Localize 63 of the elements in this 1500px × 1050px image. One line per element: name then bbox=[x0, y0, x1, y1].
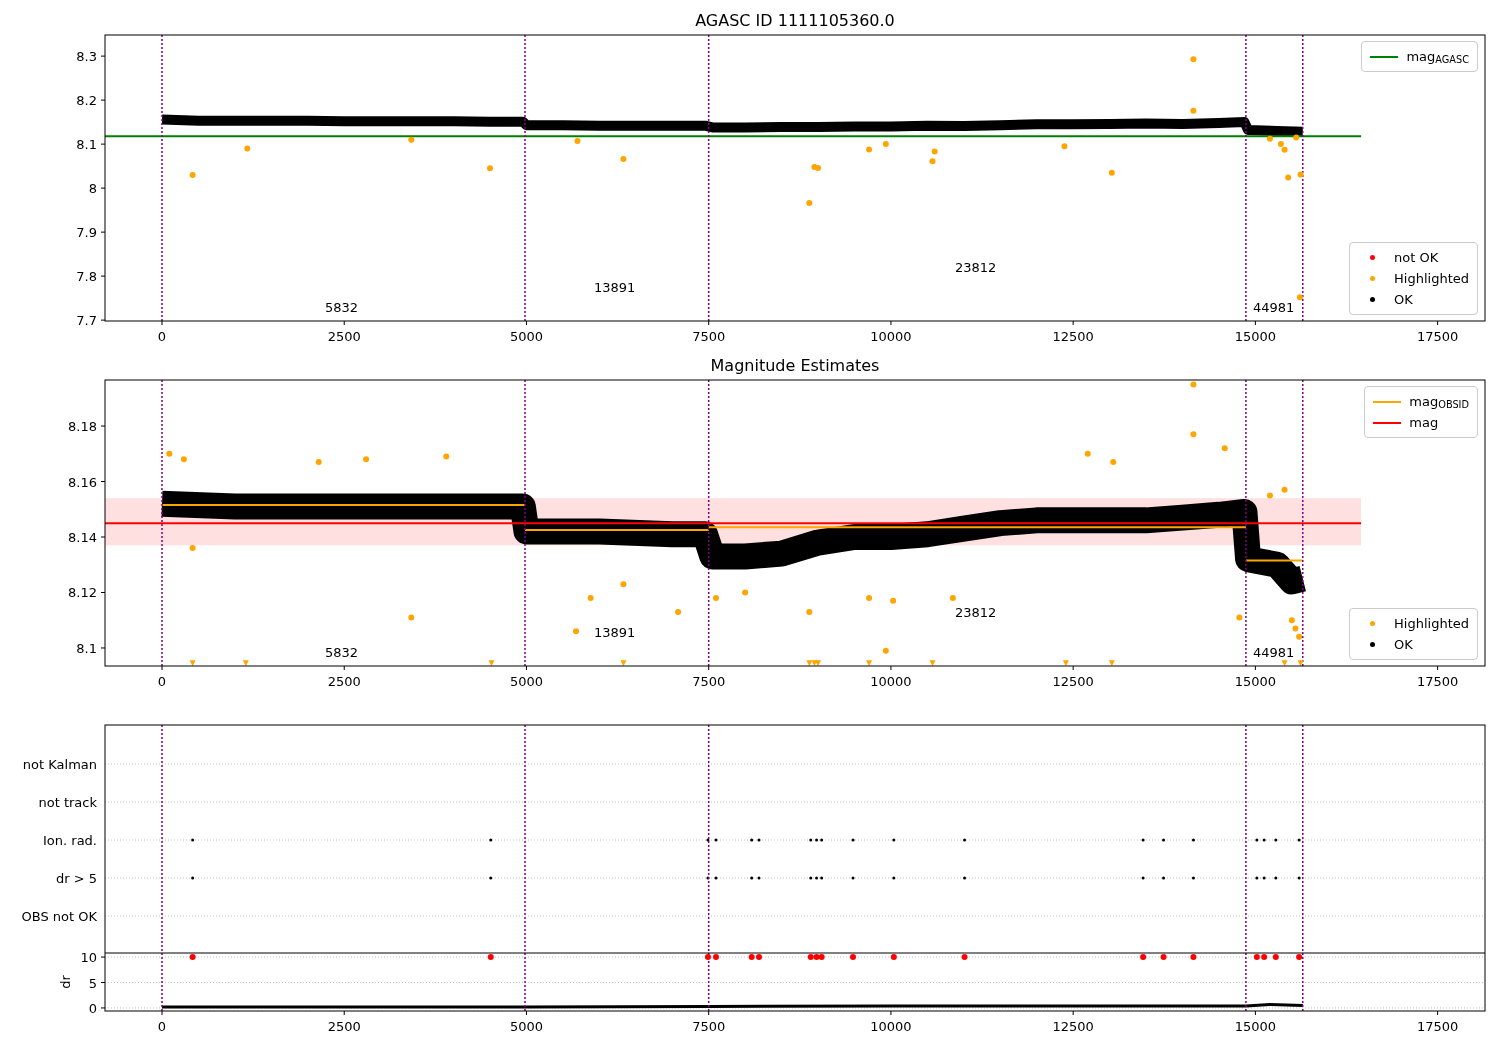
segment-label: 5832 bbox=[325, 300, 359, 315]
tick-label: 7500 bbox=[692, 1019, 726, 1034]
legend-label: OK bbox=[1394, 635, 1413, 654]
tick-label: 7.8 bbox=[76, 269, 97, 285]
tick-label: Ion. rad. bbox=[43, 833, 97, 848]
legend-label: not OK bbox=[1394, 248, 1439, 267]
tick-label: 2500 bbox=[327, 674, 361, 689]
tick-label: 10000 bbox=[870, 1019, 912, 1034]
tick-label: 12500 bbox=[1052, 674, 1094, 689]
tick-label: 10 bbox=[80, 953, 97, 966]
tick-label: 8.16 bbox=[68, 474, 97, 490]
tick-label: 12500 bbox=[1052, 329, 1094, 344]
tick-label: 5000 bbox=[509, 329, 543, 344]
tick-label: 8.1 bbox=[76, 640, 97, 656]
tick-label: 2500 bbox=[327, 1019, 361, 1034]
tick-label: 8.14 bbox=[68, 530, 97, 545]
tick-label: OBS not OK bbox=[21, 909, 97, 924]
tick-label: 0 bbox=[88, 1000, 97, 1016]
segment-label: 44981 bbox=[1253, 645, 1295, 660]
tick-label: 0 bbox=[157, 329, 167, 344]
tick-label: 2500 bbox=[327, 329, 361, 344]
segment-label: 13891 bbox=[594, 280, 636, 295]
tick-label: 15000 bbox=[1234, 1019, 1277, 1034]
tick-label: 5 bbox=[88, 975, 97, 991]
tick-label: 8.2 bbox=[76, 93, 97, 109]
chart-title: AGASC ID 1111105360.0 bbox=[695, 11, 895, 30]
legend-label: mag$_{AGASC}$ bbox=[1406, 47, 1469, 67]
tick-label: 7.7 bbox=[76, 313, 97, 329]
tick-label: 8.18 bbox=[68, 419, 97, 435]
tick-label: 0 bbox=[157, 1019, 167, 1034]
chart-title: Magnitude Estimates bbox=[710, 356, 880, 375]
tick-label: 5000 bbox=[509, 1019, 543, 1034]
tick-label: 0 bbox=[157, 674, 167, 689]
tick-label: 17500 bbox=[1416, 329, 1459, 344]
tick-label: 8.12 bbox=[68, 585, 97, 601]
segment-label: 44981 bbox=[1253, 300, 1295, 315]
legend-label: mag$_{OBSID}$ bbox=[1409, 392, 1469, 412]
axis-label: dr bbox=[58, 975, 73, 989]
tick-label: 8 bbox=[88, 181, 97, 197]
legend-label: mag bbox=[1409, 413, 1439, 432]
tick-label: dr > 5 bbox=[55, 871, 97, 886]
legend-label: OK bbox=[1394, 290, 1413, 309]
legend-label: Highlighted bbox=[1394, 614, 1469, 633]
segment-label: 5832 bbox=[325, 645, 359, 660]
tick-label: 17500 bbox=[1416, 1019, 1459, 1034]
tick-label: 12500 bbox=[1052, 1019, 1094, 1034]
segment-label: 13891 bbox=[594, 625, 636, 640]
tick-label: 10000 bbox=[870, 329, 912, 344]
tick-label: not track bbox=[38, 795, 97, 810]
tick-label: 15000 bbox=[1234, 329, 1277, 344]
tick-label: 8.3 bbox=[76, 49, 97, 65]
tick-label: 7.9 bbox=[76, 225, 97, 241]
tick-label: 5000 bbox=[509, 674, 543, 689]
tick-label: 7500 bbox=[692, 329, 726, 344]
segment-label: 23812 bbox=[955, 260, 997, 275]
tick-label: 10000 bbox=[870, 674, 912, 689]
tick-label: not Kalman bbox=[22, 757, 97, 772]
legend-label: Highlighted bbox=[1394, 269, 1469, 288]
segment-label: 23812 bbox=[955, 605, 997, 620]
tick-label: 17500 bbox=[1416, 674, 1459, 689]
tick-label: 7500 bbox=[692, 674, 726, 689]
tick-label: 8.1 bbox=[76, 137, 97, 153]
tick-label: 15000 bbox=[1234, 674, 1277, 689]
